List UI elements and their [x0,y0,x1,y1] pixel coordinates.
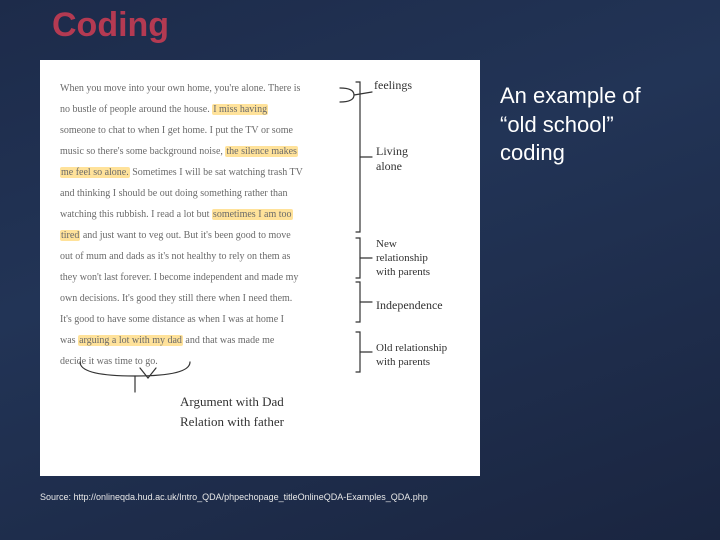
line-14: decide it was time to go. [60,356,158,367]
code-argument-dad: Argument with Dad [180,394,284,410]
line-11: own decisions. It's good they still ther… [60,293,292,304]
line-3: someone to chat to when I get home. I pu… [60,125,293,136]
line-6: and thinking I should be out doing somet… [60,188,287,199]
line-13a: was [60,335,78,346]
highlight-silence-makes: the silence makes [225,146,298,157]
slide-caption: An example of “old school” coding [500,82,680,168]
coding-example-panel: When you move into your own home, you're… [40,60,480,476]
line-1: When you move into your own home, you're… [60,83,300,94]
code-feelings: feelings [374,78,412,93]
line-7a: watching this rubbish. I read a lot but [60,209,212,220]
code-new-relationship: New relationship with parents [376,238,430,279]
line-5b: Sometimes I will be sat watching trash T… [130,167,303,178]
line-4a: music so there's some background noise, [60,146,225,157]
source-citation: Source: http://onlineqda.hud.ac.uk/Intro… [40,492,428,502]
code-relation-father: Relation with father [180,414,284,430]
highlight-miss-having: I miss having [212,104,268,115]
code-living-alone: Living alone [376,144,408,174]
highlight-feel-alone: me feel so alone. [60,167,130,178]
highlight-arguing-dad: arguing a lot with my dad [78,335,183,346]
interview-transcript: When you move into your own home, you're… [60,78,350,372]
line-2a: no bustle of people around the house. [60,104,212,115]
line-12: It's good to have some distance as when … [60,314,284,325]
highlight-tired: tired [60,230,80,241]
line-10: they won't last forever. I become indepe… [60,272,298,283]
code-old-relationship: Old relationship with parents [376,342,447,370]
slide-title: Coding [52,6,169,45]
line-9: out of mum and dads as it's not healthy … [60,251,290,262]
highlight-too-tired: sometimes I am too [212,209,293,220]
line-13b: and that was made me [183,335,274,346]
code-independence: Independence [376,298,443,313]
line-8b: and just want to veg out. But it's been … [80,230,290,241]
